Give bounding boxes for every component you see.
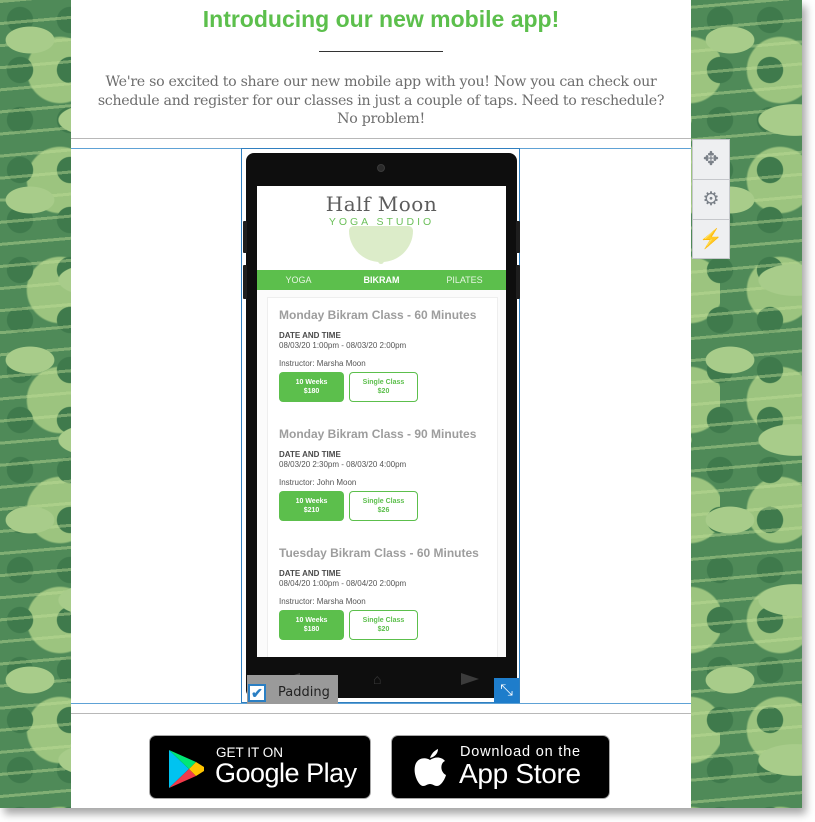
single-class-button[interactable]: Single Class $20	[349, 372, 418, 402]
section-divider-bottom	[71, 713, 691, 714]
button-label: Single Class	[362, 617, 405, 624]
gear-icon[interactable]: ⚙	[693, 179, 729, 219]
intro-text: We're so excited to share our new mobile…	[97, 74, 665, 127]
volume-button	[243, 221, 247, 253]
class-title: Monday Bikram Class - 60 Minutes	[279, 308, 477, 322]
app-store-badge[interactable]: Download on the App Store	[391, 735, 610, 799]
button-price: $180	[303, 388, 320, 395]
phone-mockup[interactable]: Half Moon YOGA STUDIO YOGA BIKRAM PILATE…	[243, 153, 520, 698]
expand-icon[interactable]: ⤡	[494, 678, 519, 703]
date-label: DATE AND TIME	[279, 450, 341, 459]
studio-logo: Half Moon YOGA STUDIO	[257, 186, 506, 270]
button-price: $20	[377, 388, 390, 395]
button-label: 10 Weeks	[295, 617, 328, 624]
button-label: Single Class	[362, 498, 405, 505]
google-play-icon	[169, 750, 204, 788]
nav-tab-bikram[interactable]: BIKRAM	[340, 275, 423, 285]
nav-tab-yoga[interactable]: YOGA	[257, 275, 340, 285]
class-item: Monday Bikram Class - 90 Minutes DATE AN…	[279, 427, 489, 521]
single-class-button[interactable]: Single Class $20	[349, 610, 418, 640]
class-title: Monday Bikram Class - 90 Minutes	[279, 427, 477, 441]
button-price: $210	[303, 507, 320, 514]
logo-name: Half Moon	[325, 192, 438, 216]
button-label: 10 Weeks	[295, 379, 328, 386]
headline-divider	[319, 51, 443, 52]
button-label: Single Class	[362, 379, 405, 386]
phone-screen: Half Moon YOGA STUDIO YOGA BIKRAM PILATE…	[257, 186, 506, 657]
move-icon[interactable]: ✥	[693, 140, 729, 179]
padding-checkbox[interactable]: ✔	[248, 684, 266, 702]
single-class-button[interactable]: Single Class $26	[349, 491, 418, 521]
padding-label: Padding	[278, 685, 330, 700]
class-item: Monday Bikram Class - 60 Minutes DATE AN…	[279, 308, 489, 402]
button-label: 10 Weeks	[295, 498, 328, 505]
app-store-big-text: App Store	[459, 758, 581, 789]
date-label: DATE AND TIME	[279, 569, 341, 578]
camera-icon	[377, 164, 385, 172]
class-title: Tuesday Bikram Class - 60 Minutes	[279, 546, 479, 560]
date-label: DATE AND TIME	[279, 331, 341, 340]
logo-subtitle: YOGA STUDIO	[328, 216, 435, 228]
class-instructor: Instructor: John Moon	[279, 478, 357, 487]
button-price: $20	[377, 626, 390, 633]
button-price: $180	[303, 626, 320, 633]
class-list: Monday Bikram Class - 60 Minutes DATE AN…	[267, 297, 498, 657]
nav-tab-pilates[interactable]: PILATES	[423, 275, 506, 285]
headline: Introducing our new mobile app!	[202, 6, 560, 32]
section-divider-top	[71, 138, 691, 139]
class-date: 08/03/20 2:30pm - 08/03/20 4:00pm	[279, 460, 407, 469]
class-date: 08/03/20 1:00pm - 08/03/20 2:00pm	[279, 341, 407, 350]
forward-arrow-icon	[461, 673, 479, 685]
ten-weeks-button[interactable]: 10 Weeks $180	[279, 372, 344, 402]
ten-weeks-button[interactable]: 10 Weeks $210	[279, 491, 344, 521]
volume-button	[243, 265, 247, 299]
power-button	[516, 221, 520, 253]
block-toolbar: ✥ ⚙ ⚡	[692, 139, 730, 259]
class-item: Tuesday Bikram Class - 60 Minutes DATE A…	[279, 546, 489, 640]
class-instructor: Instructor: Marsha Moon	[279, 359, 366, 368]
lotus-tip	[378, 256, 384, 264]
block-border-bottom	[71, 703, 691, 704]
apple-icon	[414, 749, 446, 786]
button-price: $26	[377, 507, 390, 514]
class-instructor: Instructor: Marsha Moon	[279, 597, 366, 606]
home-icon: ⌂	[373, 671, 382, 687]
ten-weeks-button[interactable]: 10 Weeks $180	[279, 610, 344, 640]
lightning-icon[interactable]: ⚡	[693, 219, 729, 259]
google-play-badge[interactable]: GET IT ON Google Play	[149, 735, 371, 799]
google-play-big-text: Google Play	[215, 758, 357, 788]
class-date: 08/04/20 1:00pm - 08/04/20 2:00pm	[279, 579, 407, 588]
side-button	[516, 265, 520, 299]
class-type-nav: YOGA BIKRAM PILATES	[257, 270, 506, 290]
